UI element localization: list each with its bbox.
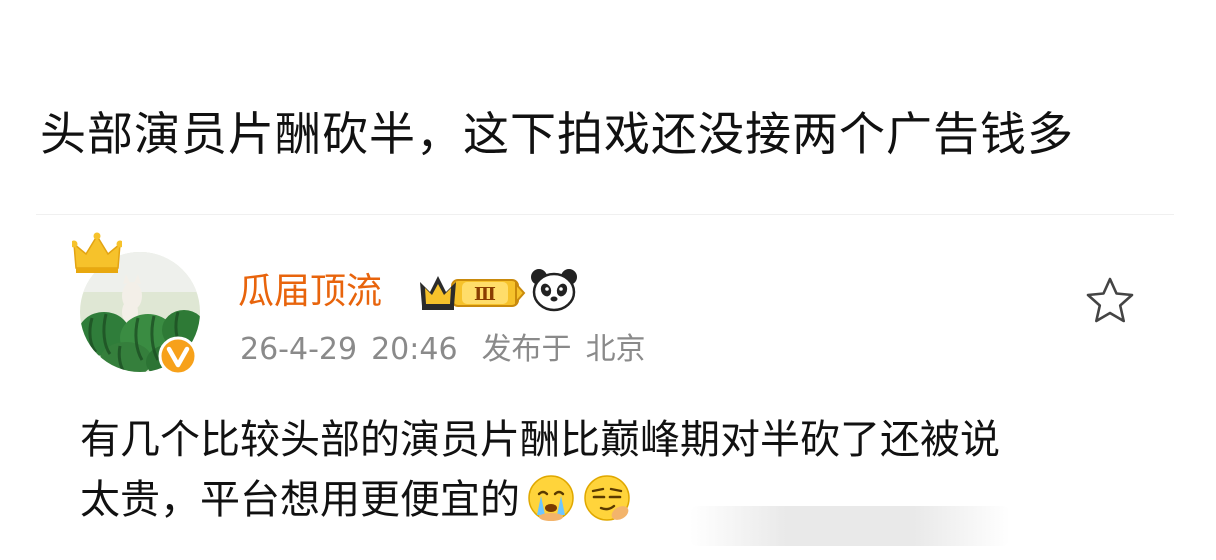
post-location: 北京 [585, 332, 646, 367]
panda-icon [530, 267, 578, 313]
crying-emoji-icon [526, 473, 576, 523]
published-label: 发布于 [481, 332, 572, 367]
divider [36, 214, 1174, 215]
post-meta: 26-4-29 20:46 发布于 北京 [240, 328, 646, 372]
smug-emoji-icon [582, 473, 632, 523]
post-date: 26-4-29 [240, 332, 358, 367]
vip-crown-badge-icon: Ⅲ [418, 268, 526, 316]
post-body-line-1: 有几个比较头部的演员片酬比巅峰期对半砍了还被说 [80, 417, 1000, 463]
post-body-line-2: 太贵，平台想用更便宜的 [80, 477, 520, 523]
crown-icon [70, 232, 124, 276]
favorite-star-icon[interactable] [1084, 276, 1136, 324]
vip-level: Ⅲ [474, 284, 496, 305]
headline: 头部演员片酬砍半，这下拍戏还没接两个广告钱多 [40, 107, 1074, 161]
watermark [690, 506, 1010, 546]
author-avatar-group[interactable] [70, 232, 212, 380]
post-time: 20:46 [371, 332, 458, 367]
verified-badge-icon [158, 336, 198, 376]
author-name[interactable]: 瓜届顶流 [238, 268, 382, 316]
